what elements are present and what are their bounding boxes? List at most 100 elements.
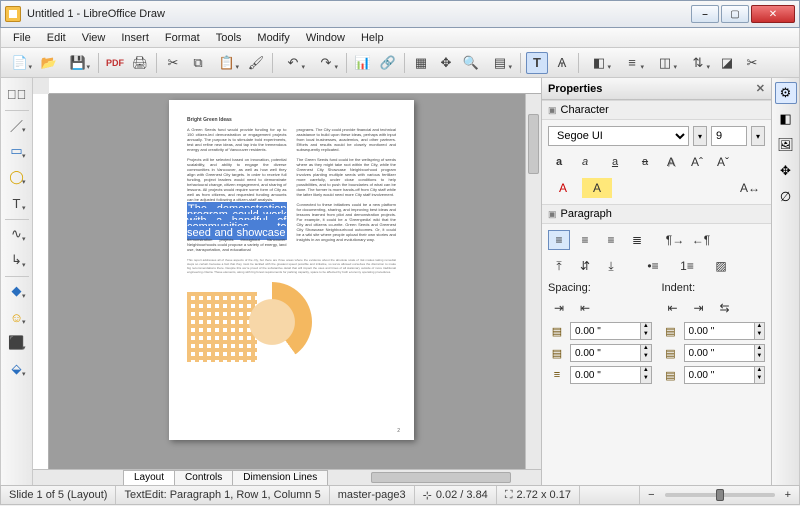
vertical-scrollbar[interactable] [525, 94, 541, 469]
align-left-button[interactable]: ≡ [548, 230, 570, 250]
basic-shapes-tool[interactable]: ◆ [5, 279, 29, 303]
window-close-button[interactable] [751, 5, 795, 23]
chart-button[interactable]: 📊 [352, 52, 374, 74]
copy-button[interactable]: ⧉ [187, 52, 209, 74]
below-spacing-input[interactable] [571, 345, 640, 361]
fontwork-button[interactable]: Ѧ [551, 52, 573, 74]
font-size-input[interactable] [711, 126, 747, 146]
symbol-shapes-tool[interactable]: ☺ [5, 305, 29, 329]
before-indent-input[interactable] [685, 323, 754, 339]
connector-tool[interactable]: ↳ [5, 248, 29, 272]
menu-modify[interactable]: Modify [249, 30, 297, 46]
menu-format[interactable]: Format [157, 30, 208, 46]
undo-button[interactable]: ↶ [278, 52, 308, 74]
drawing-canvas[interactable]: Bright Green Ideas A Green Seeds fund wo… [49, 94, 525, 469]
above-spacing-input[interactable] [571, 323, 640, 339]
zoom-out-button[interactable]: − [648, 489, 654, 501]
after-indent-input[interactable] [685, 345, 754, 361]
print-button[interactable]: 🖨 [129, 52, 151, 74]
menu-file[interactable]: File [5, 30, 39, 46]
insert-shape-button[interactable]: ◧ [584, 52, 614, 74]
block-arrows-tool[interactable]: ⬛ [5, 331, 29, 355]
vertical-ruler[interactable] [33, 94, 49, 469]
font-size-dropdown-icon[interactable]: ▾ [751, 126, 765, 146]
ellipse-tool[interactable]: ◯ [5, 165, 29, 189]
stars-tool[interactable]: ⬙ [5, 357, 29, 381]
sidebar-navigator-icon[interactable]: ✥ [775, 160, 797, 182]
strike-button[interactable]: a [634, 152, 656, 172]
char-spacing-button[interactable]: A↔ [735, 178, 765, 198]
menu-tools[interactable]: Tools [208, 30, 250, 46]
menu-help[interactable]: Help [353, 30, 392, 46]
dec-spacing-button[interactable]: ⇥ [548, 298, 570, 318]
highlight-color-button[interactable]: A [582, 178, 612, 198]
sidebar-properties-icon[interactable]: ⚙ [775, 82, 797, 104]
valign-middle-button[interactable]: ⇵ [574, 256, 596, 276]
zoom-slider[interactable] [665, 493, 775, 497]
bullets-button[interactable]: •≡ [638, 256, 668, 276]
rtl-button[interactable]: ←¶ [690, 230, 712, 250]
underline-button[interactable]: a [600, 152, 630, 172]
navigator-button[interactable]: ✥ [435, 52, 457, 74]
sidebar-functions-icon[interactable]: ∅ [775, 186, 797, 208]
font-color-button[interactable]: A [548, 178, 578, 198]
numbering-button[interactable]: 1≡ [672, 256, 702, 276]
tab-controls[interactable]: Controls [174, 470, 233, 485]
menu-edit[interactable]: Edit [39, 30, 74, 46]
page[interactable]: Bright Green Ideas A Green Seeds fund wo… [169, 100, 414, 440]
increase-size-button[interactable]: Aˆ [686, 152, 708, 172]
font-name-dropdown-icon[interactable]: ▾ [693, 126, 707, 146]
redo-button[interactable]: ↷ [311, 52, 341, 74]
character-section-header[interactable]: Character [542, 100, 771, 120]
distribute-button[interactable]: ⇅ [683, 52, 713, 74]
menu-window[interactable]: Window [298, 30, 353, 46]
align-justify-button[interactable]: ≣ [626, 230, 648, 250]
valign-top-button[interactable]: ⤒ [548, 256, 570, 276]
save-button[interactable]: 💾 [63, 52, 93, 74]
window-minimize-button[interactable] [691, 5, 719, 23]
paste-button[interactable]: 📋 [212, 52, 242, 74]
tab-dimension-lines[interactable]: Dimension Lines [232, 470, 328, 485]
menu-insert[interactable]: Insert [113, 30, 157, 46]
first-indent-input[interactable] [685, 367, 754, 383]
inc-spacing-button[interactable]: ⇤ [574, 298, 596, 318]
sidebar-gallery-icon[interactable]: 🖼 [775, 134, 797, 156]
horizontal-ruler[interactable] [49, 78, 541, 94]
sidebar-styles-icon[interactable]: ◧ [775, 108, 797, 130]
italic-button[interactable]: a [574, 152, 596, 172]
tab-layout[interactable]: Layout [123, 470, 175, 485]
format-paintbrush-button[interactable]: 🖌 [245, 52, 267, 74]
para-bg-button[interactable]: ▨ [706, 256, 736, 276]
curve-tool[interactable]: ∿ [5, 222, 29, 246]
text-tool-button[interactable]: T [526, 52, 548, 74]
shadow-text-button[interactable]: A [660, 152, 682, 172]
font-name-select[interactable]: Segoe UI [548, 126, 689, 146]
text-box-tool[interactable]: T [5, 191, 29, 215]
align-center-button[interactable]: ≡ [574, 230, 596, 250]
bold-button[interactable]: a [548, 152, 570, 172]
align-right-button[interactable]: ≡ [600, 230, 622, 250]
open-button[interactable]: 📂 [38, 52, 60, 74]
horizontal-scrollbar[interactable] [331, 470, 537, 485]
properties-close-icon[interactable]: ✕ [756, 82, 765, 95]
table-button[interactable]: ▤ [485, 52, 515, 74]
pointer-tool[interactable]: ▭⃕ [5, 82, 29, 106]
status-master[interactable]: master-page3 [330, 486, 415, 504]
ltr-button[interactable]: ¶→ [664, 230, 686, 250]
line-tool[interactable]: ／ [5, 113, 29, 137]
menu-view[interactable]: View [74, 30, 114, 46]
dec-indent-button[interactable]: ⇤ [662, 298, 684, 318]
export-pdf-button[interactable]: PDF [104, 52, 126, 74]
crop-button[interactable]: ✂ [741, 52, 763, 74]
rect-tool[interactable]: ▭ [5, 139, 29, 163]
valign-bottom-button[interactable]: ⤓ [600, 256, 622, 276]
grid-button[interactable]: ▦ [410, 52, 432, 74]
hanging-indent-button[interactable]: ⇆ [714, 298, 736, 318]
line-spacing-input[interactable] [571, 367, 640, 383]
shadow-button[interactable]: ◪ [716, 52, 738, 74]
inc-indent-button[interactable]: ⇥ [688, 298, 710, 318]
new-doc-button[interactable]: 📄 [5, 52, 35, 74]
window-maximize-button[interactable] [721, 5, 749, 23]
cut-button[interactable]: ✂ [162, 52, 184, 74]
paragraph-section-header[interactable]: Paragraph [542, 204, 771, 224]
